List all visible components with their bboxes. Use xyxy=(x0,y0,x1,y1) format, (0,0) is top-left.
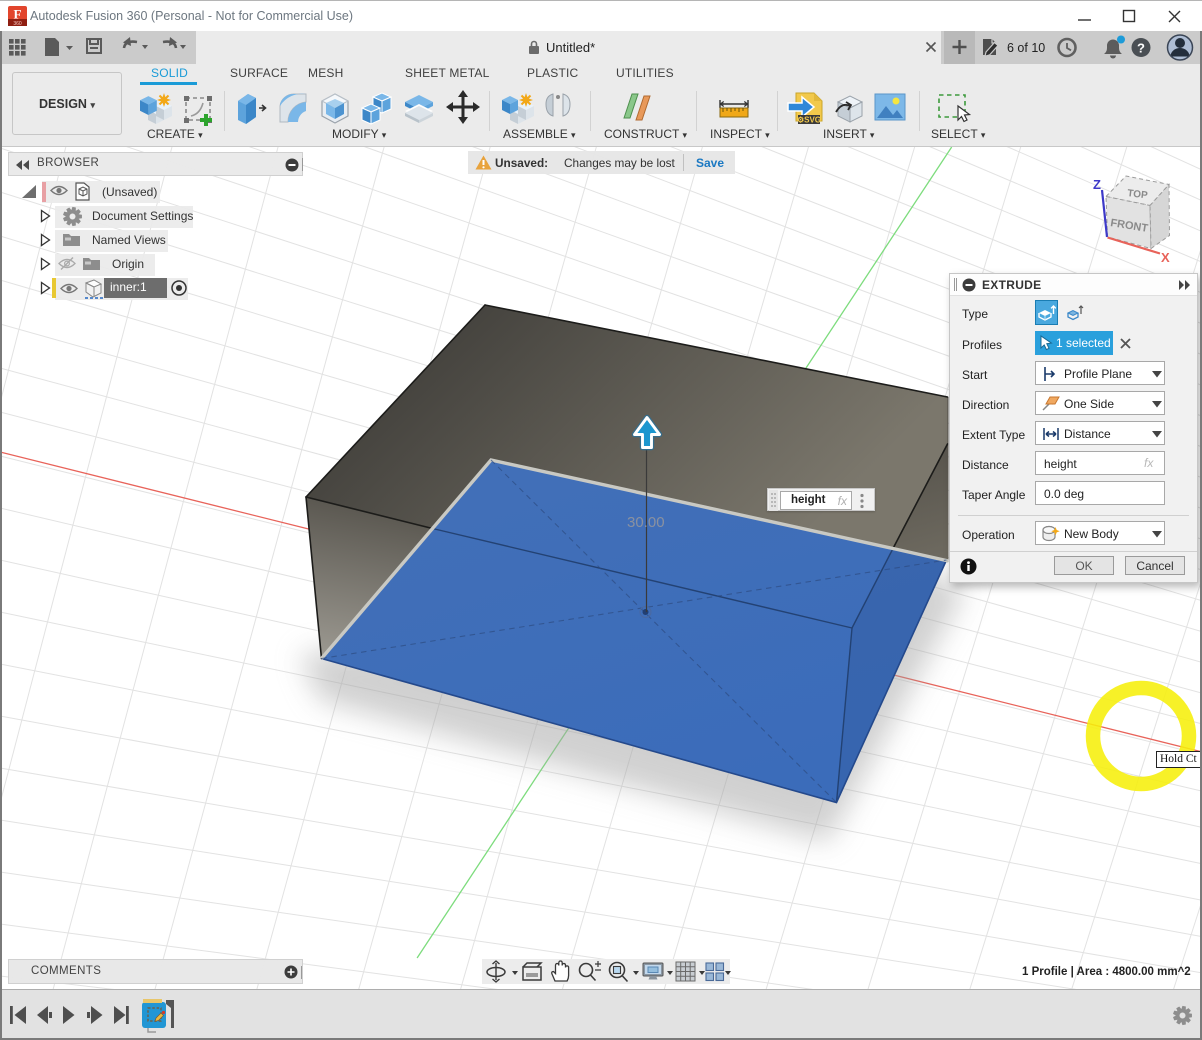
svg-text:X: X xyxy=(1161,250,1170,265)
svg-text:F: F xyxy=(14,7,22,22)
svg-text:360: 360 xyxy=(13,21,22,27)
svg-text:⚙SVG: ⚙SVG xyxy=(797,116,821,125)
svg-text:Z: Z xyxy=(1093,177,1101,192)
svg-text:?: ? xyxy=(1137,41,1145,56)
svg-text:30.00: 30.00 xyxy=(627,514,665,531)
